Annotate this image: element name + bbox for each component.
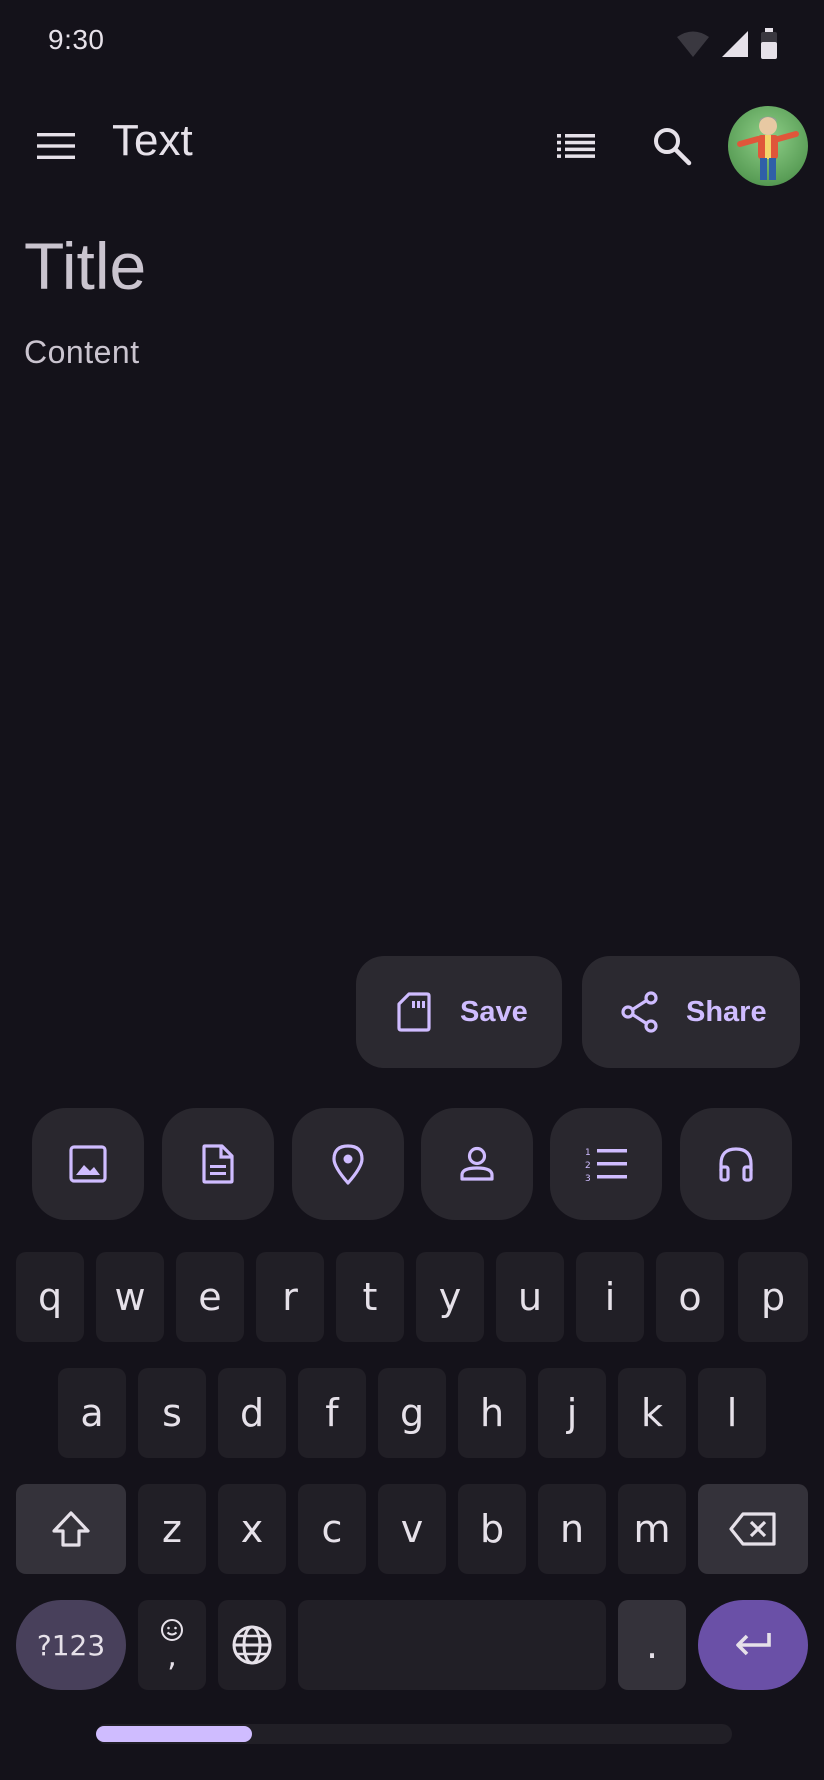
insert-contact-button[interactable]: [421, 1108, 533, 1220]
insert-image-button[interactable]: [32, 1108, 144, 1220]
key-a[interactable]: a: [58, 1368, 126, 1458]
key-u[interactable]: u: [496, 1252, 564, 1342]
status-icons: [676, 28, 778, 60]
key-v[interactable]: v: [378, 1484, 446, 1574]
key-c[interactable]: c: [298, 1484, 366, 1574]
key-o[interactable]: o: [656, 1252, 724, 1342]
key-w[interactable]: w: [96, 1252, 164, 1342]
key-j[interactable]: j: [538, 1368, 606, 1458]
menu-icon: [37, 133, 75, 159]
search-icon: [654, 128, 692, 166]
sd-card-icon: [394, 992, 434, 1032]
key-l[interactable]: l: [698, 1368, 766, 1458]
key-g[interactable]: g: [378, 1368, 446, 1458]
key-x[interactable]: x: [218, 1484, 286, 1574]
image-icon: [69, 1145, 107, 1183]
backspace-icon: [729, 1512, 776, 1546]
key-s[interactable]: s: [138, 1368, 206, 1458]
list-view-button[interactable]: [544, 114, 608, 178]
key-y[interactable]: y: [416, 1252, 484, 1342]
battery-icon: [761, 28, 777, 59]
wifi-icon: [677, 31, 709, 57]
share-icon: [620, 991, 660, 1033]
key-z[interactable]: z: [138, 1484, 206, 1574]
share-label: Share: [686, 995, 767, 1028]
space-key[interactable]: [298, 1600, 606, 1690]
language-key[interactable]: [218, 1600, 286, 1690]
svg-text:2: 2: [585, 1161, 591, 1171]
insert-audio-button[interactable]: [680, 1108, 792, 1220]
key-q[interactable]: q: [16, 1252, 84, 1342]
note-title[interactable]: Title: [24, 228, 146, 304]
status-time: 9:30: [48, 24, 105, 55]
search-button[interactable]: [640, 114, 704, 178]
menu-button[interactable]: [24, 114, 88, 178]
key-i[interactable]: i: [576, 1252, 644, 1342]
share-button[interactable]: Share: [582, 956, 800, 1068]
document-icon: [202, 1144, 234, 1184]
top-app-bar: Text: [0, 96, 824, 196]
enter-icon: [736, 1633, 771, 1656]
insert-list-button[interactable]: 1 2 3: [550, 1108, 662, 1220]
signal-icon: [722, 31, 748, 57]
key-b[interactable]: b: [458, 1484, 526, 1574]
avatar-figure-icon: [737, 116, 799, 180]
note-content[interactable]: Content: [24, 334, 140, 371]
enter-key[interactable]: [698, 1600, 808, 1690]
shift-icon: [52, 1511, 90, 1547]
save-label: Save: [460, 995, 528, 1028]
globe-icon: [232, 1625, 272, 1665]
person-icon: [460, 1146, 494, 1181]
key-r[interactable]: r: [256, 1252, 324, 1342]
shift-key[interactable]: [16, 1484, 126, 1574]
period-key[interactable]: .: [618, 1600, 686, 1690]
status-bar: 9:30: [0, 0, 824, 86]
list-icon: [557, 134, 595, 158]
insert-location-button[interactable]: [292, 1108, 404, 1220]
key-p[interactable]: p: [738, 1252, 808, 1342]
symbols-key[interactable]: ?123: [16, 1600, 126, 1690]
svg-text:1: 1: [585, 1148, 591, 1158]
backspace-key[interactable]: [698, 1484, 808, 1574]
key-f[interactable]: f: [298, 1368, 366, 1458]
app-title: Text: [112, 116, 193, 165]
insert-document-button[interactable]: [162, 1108, 274, 1220]
key-d[interactable]: d: [218, 1368, 286, 1458]
key-n[interactable]: n: [538, 1484, 606, 1574]
headphones-icon: [719, 1147, 753, 1182]
key-m[interactable]: m: [618, 1484, 686, 1574]
emoji-comma-key[interactable]: ,: [138, 1600, 206, 1690]
location-icon: [332, 1144, 364, 1185]
key-k[interactable]: k: [618, 1368, 686, 1458]
key-t[interactable]: t: [336, 1252, 404, 1342]
navigation-handle[interactable]: [96, 1726, 252, 1742]
avatar[interactable]: [728, 106, 808, 186]
key-h[interactable]: h: [458, 1368, 526, 1458]
numbered-list-icon: 1 2 3: [585, 1148, 627, 1182]
comma-label: ,: [167, 1639, 177, 1674]
save-button[interactable]: Save: [356, 956, 562, 1068]
svg-text:3: 3: [585, 1174, 591, 1182]
key-e[interactable]: e: [176, 1252, 244, 1342]
